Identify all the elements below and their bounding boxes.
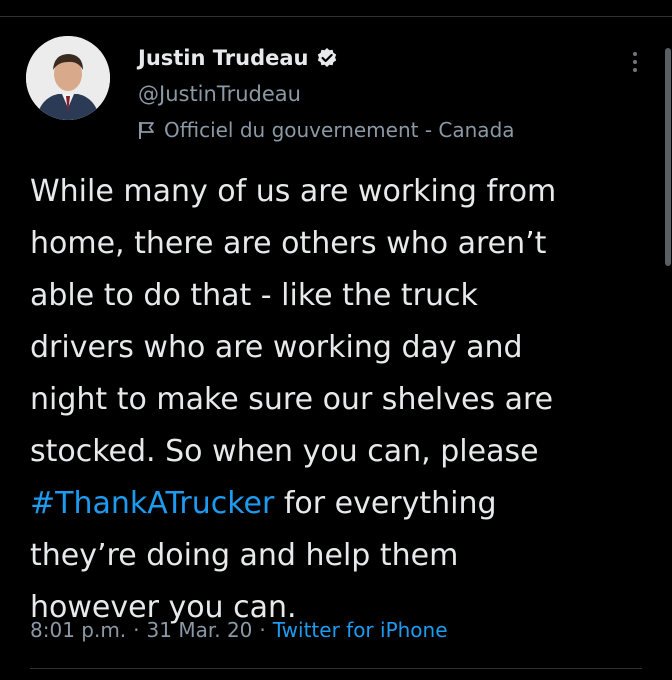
tweet-text-line: While many of us are working from <box>30 174 557 209</box>
scrollbar-thumb[interactable] <box>665 48 671 266</box>
tweet-text-line: home, there are others who aren’t <box>30 226 547 261</box>
tweet-text-line: they’re doing and help them <box>30 538 459 573</box>
tweet-time[interactable]: 8:01 p.m. <box>30 618 126 642</box>
author-avatar[interactable] <box>26 36 110 120</box>
more-options-icon[interactable] <box>622 44 648 80</box>
tweet-text-line: drivers who are working day and <box>30 330 523 365</box>
tweet-text-line: able to do that - like the truck <box>30 278 478 313</box>
tweet-text-fragment: for everything <box>274 486 497 521</box>
more-dot <box>633 68 637 72</box>
government-label: Officiel du gouvernement - Canada <box>164 118 515 142</box>
verified-badge-icon <box>316 47 338 69</box>
avatar-image <box>26 36 110 120</box>
tweet-source-link[interactable]: Twitter for iPhone <box>273 618 448 642</box>
tweet-date[interactable]: 31 Mar. 20 <box>147 618 253 642</box>
tweet-meta: 8:01 p.m. · 31 Mar. 20 · Twitter for iPh… <box>30 618 448 642</box>
meta-separator: · <box>133 618 140 642</box>
author-name[interactable]: Justin Trudeau <box>138 46 308 70</box>
tweet-text: While many of us are working from home, … <box>30 166 630 634</box>
government-flag-icon <box>138 120 156 140</box>
top-divider <box>0 16 672 17</box>
tweet-text-line-with-hashtag: #ThankATrucker for everything <box>30 478 630 530</box>
tweet-text-line: night to make sure our shelves are <box>30 382 554 417</box>
hashtag-link[interactable]: #ThankATrucker <box>30 486 274 521</box>
meta-separator: · <box>259 618 266 642</box>
government-label-row: Officiel du gouvernement - Canada <box>138 118 515 142</box>
author-name-row: Justin Trudeau <box>138 44 338 72</box>
bottom-divider <box>30 668 642 669</box>
tweet-text-line: stocked. So when you can, please <box>30 434 539 469</box>
more-dot <box>633 52 637 56</box>
author-handle[interactable]: @JustinTrudeau <box>138 82 301 106</box>
more-dot <box>633 60 637 64</box>
